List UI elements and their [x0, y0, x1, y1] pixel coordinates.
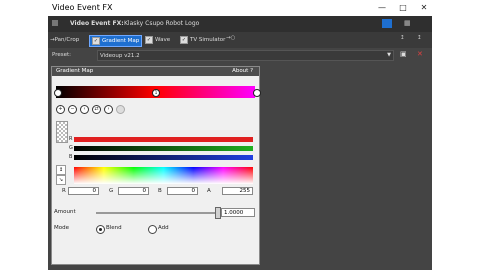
- maximize-icon[interactable]: □: [396, 1, 410, 14]
- delete-preset-icon[interactable]: ✕: [417, 50, 423, 58]
- slider-g[interactable]: [74, 146, 253, 151]
- remove-plugin-icon[interactable]: ↥: [417, 35, 422, 41]
- mode-label: Mode: [54, 225, 69, 231]
- add-stop-icon[interactable]: +: [56, 105, 65, 114]
- reset-icon[interactable]: [116, 105, 125, 114]
- checkbox-icon[interactable]: ✓: [180, 36, 188, 44]
- fx-window: Video Event FX: Klasky Csupo Robot Logo …: [48, 16, 432, 270]
- slider-b[interactable]: [74, 155, 253, 160]
- chain-view-icon[interactable]: ▦: [404, 19, 411, 27]
- mode-add-label: Add: [158, 225, 169, 231]
- a-label: A: [207, 188, 211, 194]
- about-link[interactable]: About ?: [232, 68, 253, 74]
- preset-row: Preset: Videoup v21.2 ▼ ▣ ✕: [48, 49, 432, 61]
- save-preset-icon[interactable]: ▣: [400, 50, 407, 58]
- hsl-toggle-icon[interactable]: ↕: [56, 165, 66, 175]
- move-right-icon[interactable]: ›: [104, 105, 113, 114]
- color-swatch: [56, 121, 68, 143]
- panel-header: Gradient Map About ?: [52, 67, 259, 76]
- keyframe-icon[interactable]: ↥: [400, 35, 405, 41]
- preset-label: Preset:: [52, 52, 72, 58]
- preset-value: Videoup v21.2: [100, 53, 140, 59]
- move-left-icon[interactable]: ‹: [80, 105, 89, 114]
- mode-blend-label: Blend: [106, 225, 122, 231]
- fx-icon: [52, 20, 58, 26]
- amount-input[interactable]: 1.0000: [221, 208, 255, 217]
- b-input[interactable]: 0: [167, 187, 198, 195]
- checkbox-icon[interactable]: ✓: [145, 36, 153, 44]
- slider-label-b: B: [69, 154, 73, 160]
- chevron-down-icon: ▼: [387, 52, 391, 58]
- color-spectrum[interactable]: [74, 167, 253, 184]
- chain-end-icon: →○: [226, 35, 236, 41]
- close-icon[interactable]: ✕: [417, 1, 431, 14]
- amount-label: Amount: [54, 209, 76, 215]
- fx-header: Video Event FX: Klasky Csupo Robot Logo …: [48, 16, 432, 32]
- r-label: R: [62, 188, 66, 194]
- remove-stop-icon[interactable]: −: [68, 105, 77, 114]
- gradient-tools: + − ‹ ⇄ ›: [56, 105, 125, 114]
- chain-item-gradient-map[interactable]: ✓ Gradient Map: [89, 35, 143, 47]
- slider-r[interactable]: [74, 137, 253, 142]
- gradient-stop-marker-selected[interactable]: 1: [152, 89, 160, 97]
- preset-dropdown[interactable]: Videoup v21.2 ▼: [97, 50, 394, 61]
- gradient-stop-marker-left[interactable]: [54, 89, 62, 97]
- chain-item-label: Wave: [155, 37, 171, 43]
- eyedropper-icon[interactable]: ↘: [56, 175, 66, 185]
- g-input[interactable]: 0: [118, 187, 149, 195]
- slider-label-g: G: [69, 145, 73, 151]
- mode-blend-radio[interactable]: [96, 225, 105, 234]
- r-input[interactable]: 0: [68, 187, 99, 195]
- slider-label-r: R: [69, 136, 73, 142]
- panel-title: Gradient Map: [56, 68, 94, 74]
- minimize-icon[interactable]: —: [375, 1, 389, 14]
- a-input[interactable]: 255: [222, 187, 253, 195]
- chain-item-pan-crop[interactable]: → Pan/Crop: [48, 35, 81, 45]
- chain-item-label: Pan/Crop: [54, 37, 80, 43]
- amount-slider[interactable]: [96, 212, 216, 214]
- plugin-chooser-icon[interactable]: [382, 19, 392, 28]
- gradient-stop-marker-right[interactable]: [253, 89, 261, 97]
- mode-add-radio[interactable]: [148, 225, 157, 234]
- chain-item-label: TV Simulator: [190, 37, 226, 43]
- gradient-map-panel: Gradient Map About ? 1 + − ‹ ⇄ › R G B ↕…: [51, 66, 261, 265]
- chain-item-label: Gradient Map: [102, 38, 140, 44]
- window-title: Video Event FX: [52, 3, 113, 12]
- b-label: B: [158, 188, 162, 194]
- chain-item-wave[interactable]: ✓ Wave: [143, 35, 172, 45]
- fx-header-label: Video Event FX:: [70, 20, 124, 27]
- chain-item-tv-simulator[interactable]: ✓ TV Simulator: [178, 35, 227, 45]
- event-name: Klasky Csupo Robot Logo: [124, 20, 200, 27]
- checkbox-icon[interactable]: ✓: [92, 37, 100, 45]
- g-label: G: [109, 188, 114, 194]
- fx-chain: → Pan/Crop ✓ Gradient Map ✓ Wave ✓ TV Si…: [48, 32, 432, 48]
- window-titlebar: Video Event FX — □ ✕: [48, 0, 432, 16]
- swap-icon[interactable]: ⇄: [92, 105, 101, 114]
